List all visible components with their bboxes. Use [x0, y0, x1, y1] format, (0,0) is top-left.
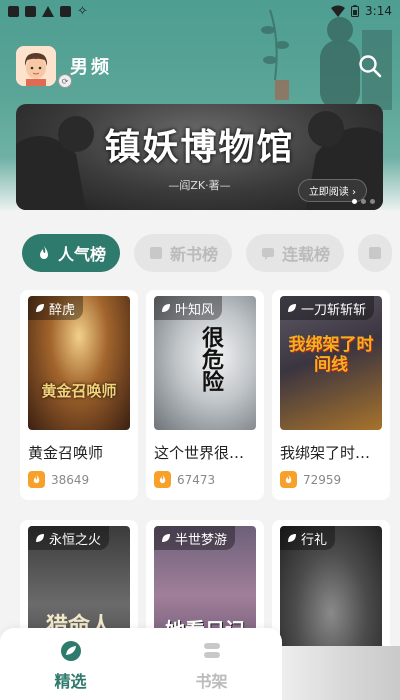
nav-bookshelf[interactable]: 书架 — [141, 628, 282, 700]
author-name: 叶知风 — [175, 302, 215, 318]
heat-count: 72959 — [280, 471, 341, 488]
clock: 3:14 — [365, 4, 392, 18]
heat-count: 38649 — [28, 471, 89, 488]
author-tag: 一刀斩斩斩 — [280, 296, 375, 320]
content-panel: 人气榜 新书榜 连载榜 黄金召唤师 醉虎 黄金召唤师 38649 很危险 叶知风… — [0, 210, 400, 700]
notification-icon — [60, 5, 71, 17]
read-now-label: 立即阅读 — [308, 187, 349, 198]
book-title: 这个世界很… — [154, 444, 245, 462]
carousel-dots — [352, 199, 375, 204]
author-tag: 行礼 — [280, 526, 336, 550]
flame-icon — [28, 471, 45, 488]
tab-label: 新书榜 — [170, 245, 219, 264]
featured-banner[interactable]: 镇妖博物馆 —阎ZK·著— 立即阅读 › — [16, 104, 383, 210]
app-notification-icon: ✧ — [77, 3, 88, 19]
bookshelf-icon — [203, 643, 220, 658]
search-icon[interactable] — [358, 54, 382, 78]
leaf-icon — [288, 534, 296, 542]
ranking-tabs: 人气榜 新书榜 连载榜 — [22, 234, 393, 272]
notification-icon — [8, 5, 19, 17]
author-name: 半世梦游 — [175, 532, 228, 548]
author-name: 醉虎 — [49, 302, 76, 318]
carousel-dot[interactable] — [370, 199, 375, 204]
tab-label: 人气榜 — [58, 245, 107, 264]
book-cover: 我绑架了时间线 一刀斩斩斩 — [280, 296, 382, 430]
carousel-dot[interactable] — [352, 199, 357, 204]
top-bar: ⟳ 男频 — [16, 44, 386, 88]
banner-title: 镇妖博物馆 — [104, 126, 295, 168]
author-tag: 叶知风 — [154, 296, 223, 320]
flame-icon — [40, 246, 48, 259]
status-bar: ✧ 3:14 — [0, 0, 400, 22]
warning-icon — [42, 5, 54, 17]
corner-overlay — [282, 646, 400, 700]
wifi-icon — [331, 5, 346, 17]
nav-featured[interactable]: 精选 — [0, 628, 141, 700]
cover-title-art: 很危险 — [198, 326, 224, 392]
flame-icon — [154, 471, 171, 488]
author-name: 行礼 — [301, 532, 328, 548]
book-title: 我绑架了时… — [280, 444, 371, 462]
tab-new-books[interactable]: 新书榜 — [134, 234, 233, 272]
boy-avatar-icon — [16, 46, 56, 86]
nav-label: 书架 — [195, 672, 228, 691]
author-tag: 醉虎 — [28, 296, 84, 320]
channel-label[interactable]: 男频 — [70, 53, 112, 79]
leaf-icon — [36, 304, 44, 312]
avatar[interactable] — [16, 46, 56, 86]
carousel-dot[interactable] — [361, 199, 366, 204]
leaf-icon — [36, 534, 44, 542]
heat-value: 72959 — [303, 472, 342, 487]
tab-more[interactable] — [358, 234, 393, 272]
heat-value: 67473 — [177, 472, 216, 487]
bottom-nav: 精选 书架 — [0, 628, 282, 700]
battery-icon — [351, 5, 360, 17]
book-title: 黄金召唤师 — [28, 444, 104, 462]
author-name: 一刀斩斩斩 — [301, 302, 367, 318]
book-cover: 很危险 叶知风 — [154, 296, 256, 430]
author-tag: 半世梦游 — [154, 526, 236, 550]
author-name: 永恒之火 — [49, 532, 102, 548]
book-card[interactable]: 很危险 叶知风 这个世界很… 67473 — [146, 290, 264, 500]
heat-value: 38649 — [51, 472, 90, 487]
leaf-icon — [162, 534, 170, 542]
notification-icon — [25, 5, 36, 17]
leaf-icon — [288, 304, 296, 312]
tab-serial[interactable]: 连载榜 — [246, 234, 345, 272]
book-card[interactable]: 我绑架了时间线 一刀斩斩斩 我绑架了时… 72959 — [272, 290, 390, 500]
leaf-icon — [162, 304, 170, 312]
cover-title-art: 我绑架了时间线 — [288, 335, 374, 375]
author-tag: 永恒之火 — [28, 526, 110, 550]
flame-icon — [280, 471, 297, 488]
tab-label: 连载榜 — [282, 245, 331, 264]
featured-leaf-icon — [60, 641, 81, 661]
book-icon — [150, 247, 163, 259]
switch-icon[interactable]: ⟳ — [58, 74, 72, 88]
book-cover: 黄金召唤师 醉虎 — [28, 296, 130, 430]
tab-popular[interactable]: 人气榜 — [22, 234, 121, 272]
chat-icon — [262, 248, 275, 260]
heat-count: 67473 — [154, 471, 215, 488]
more-tab-icon — [369, 247, 382, 259]
status-right: 3:14 — [331, 4, 392, 18]
cover-title-art: 黄金召唤师 — [41, 382, 117, 400]
book-card[interactable]: 黄金召唤师 醉虎 黄金召唤师 38649 — [20, 290, 138, 500]
nav-label: 精选 — [54, 672, 87, 691]
